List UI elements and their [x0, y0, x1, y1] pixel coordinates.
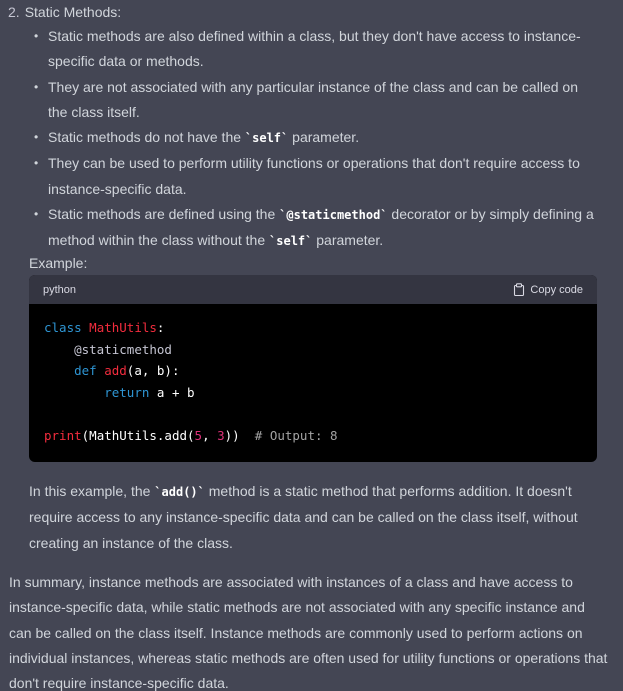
- bullet-icon: •: [34, 207, 39, 222]
- list-item: • They can be used to perform utility fun…: [0, 151, 623, 202]
- list-number: 2.: [8, 4, 20, 20]
- example-explanation: In this example, the `add()` method is a…: [29, 479, 609, 556]
- code-token: # Output: 8: [254, 427, 338, 443]
- section-heading: 2. Static Methods:: [8, 3, 121, 21]
- code-block: python Copy code class MathUtils: @stati…: [29, 275, 597, 462]
- list-item: • Static methods do not have the `self` p…: [0, 125, 623, 151]
- code-token: MathUtils: [89, 320, 157, 335]
- bullet-icon: •: [34, 29, 39, 43]
- example-label: Example:: [29, 255, 88, 271]
- code-token: a + b: [149, 384, 195, 400]
- text-fragment: Static methods are also defined within a…: [48, 28, 581, 70]
- bullet-icon: •: [34, 130, 39, 145]
- copy-code-label: Copy code: [530, 283, 583, 296]
- code-block-header: python Copy code: [29, 275, 597, 304]
- code-token: class: [44, 320, 82, 335]
- text-fragment: They can be used to perform utility func…: [48, 155, 580, 197]
- bullet-list: • Static methods are also defined within …: [0, 24, 623, 255]
- section-title: Static Methods:: [24, 4, 122, 20]
- code-token: 3: [217, 427, 225, 443]
- code-token: )): [224, 427, 255, 443]
- inline-code: `self`: [269, 234, 313, 249]
- text-fragment: Static methods do not have the: [48, 129, 245, 146]
- code-token: :: [156, 320, 165, 335]
- code-line: class MathUtils:: [44, 320, 164, 335]
- code-token: 5: [194, 427, 203, 443]
- code-line: def add(a, b):: [44, 363, 179, 378]
- text-fragment: Static methods are defined using the: [48, 206, 280, 223]
- list-item: • Static methods are defined using the `@…: [0, 202, 623, 255]
- bullet-icon: •: [34, 156, 39, 171]
- text-fragment: parameter.: [312, 232, 384, 249]
- code-line: return a + b: [44, 384, 195, 400]
- code-token: def: [74, 363, 97, 379]
- code-token: return: [104, 384, 150, 400]
- inline-code: `@staticmethod`: [279, 208, 388, 223]
- code-token: (a, b):: [126, 363, 180, 379]
- text-fragment: In this example, the: [29, 483, 155, 499]
- summary-paragraph: In summary, instance methods are associa…: [9, 574, 608, 691]
- text-fragment: They are not associated with any particu…: [48, 78, 578, 120]
- code-token: @staticmethod: [74, 341, 172, 357]
- code-language: python: [43, 283, 77, 296]
- list-item: • They are not associated with any partic…: [0, 75, 623, 126]
- copy-code-button[interactable]: Copy code: [513, 283, 583, 296]
- text-fragment: parameter.: [288, 129, 360, 146]
- code-token: print: [44, 427, 82, 443]
- bullet-icon: •: [34, 79, 39, 94]
- clipboard-icon: [514, 283, 525, 296]
- list-item: • Static methods are also defined within …: [0, 24, 623, 75]
- code-content: class MathUtils: @staticmethod def add(a…: [29, 304, 597, 447]
- code-line: print(MathUtils.add(5, 3)) # Output: 8: [44, 428, 338, 443]
- code-line: @staticmethod: [44, 342, 172, 357]
- inline-code: `add()`: [154, 485, 205, 499]
- code-token: (MathUtils.add(: [81, 427, 195, 443]
- code-token: ,: [202, 427, 218, 443]
- inline-code: `self`: [244, 131, 289, 146]
- code-token: add: [104, 363, 127, 379]
